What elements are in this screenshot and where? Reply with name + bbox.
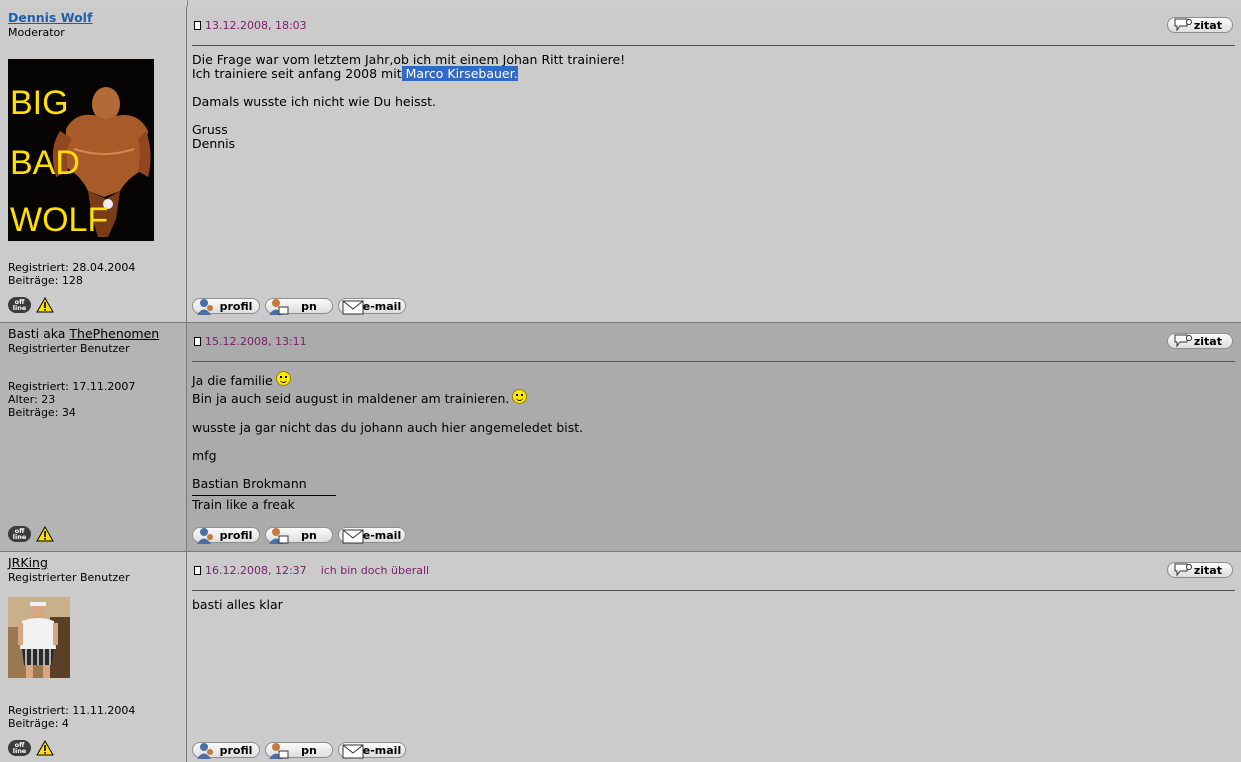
author-link[interactable]: JRKing bbox=[8, 555, 48, 570]
author-age: Alter: 23 bbox=[8, 393, 56, 406]
private-message-icon bbox=[269, 528, 289, 544]
status-icons: off line bbox=[8, 297, 54, 313]
quote-button[interactable]: zitat bbox=[1167, 333, 1233, 349]
author-panel: Basti aka ThePhenomen Registrierter Benu… bbox=[0, 323, 187, 551]
user-icon bbox=[197, 299, 213, 315]
status-icons: off line bbox=[8, 526, 54, 542]
post-subject: ich bin doch überall bbox=[320, 564, 430, 577]
author-link[interactable]: Dennis Wolf bbox=[8, 10, 92, 25]
envelope-icon bbox=[342, 744, 364, 759]
author-info: Registriert: 28.04.2004 Beiträge: 128 bbox=[8, 261, 135, 287]
post-icon bbox=[194, 337, 201, 346]
selected-text: Marco Kirsebauer. bbox=[401, 66, 518, 81]
post-icon bbox=[194, 566, 201, 575]
offline-icon: off line bbox=[8, 297, 31, 313]
quote-label: zitat bbox=[1193, 18, 1222, 32]
author-info: Registriert: 11.11.2004 Beiträge: 4 bbox=[8, 704, 135, 730]
envelope-icon bbox=[342, 529, 364, 544]
author-name[interactable]: JRKing bbox=[8, 555, 48, 570]
avatar-text-big: BIG bbox=[10, 84, 69, 122]
post-icon bbox=[194, 21, 201, 30]
post-meta: 15.12.2008, 13:11 bbox=[194, 335, 307, 348]
avatar-text-bad: BAD bbox=[10, 144, 80, 182]
avatar-text-wolf: WOLF bbox=[10, 201, 108, 239]
quote-button[interactable]: zitat bbox=[1167, 562, 1233, 578]
speech-bubble-icon bbox=[1174, 334, 1192, 348]
warning-icon[interactable] bbox=[36, 297, 54, 313]
post-date: 16.12.2008, 12:37 bbox=[205, 564, 307, 577]
author-rank: Registrierter Benutzer bbox=[8, 342, 130, 355]
post-count: Beiträge: 34 bbox=[8, 406, 76, 419]
quote-label: zitat bbox=[1193, 334, 1222, 348]
post-divider bbox=[192, 590, 1235, 591]
offline-icon: off line bbox=[8, 526, 31, 542]
post-meta: 16.12.2008, 12:37 ich bin doch überall bbox=[194, 564, 429, 577]
signature: Train like a freak bbox=[192, 495, 336, 512]
registered-date: Registriert: 11.11.2004 bbox=[8, 704, 136, 717]
avatar: BIG BAD WOLF bbox=[8, 59, 154, 241]
post-body: 16.12.2008, 12:37 ich bin doch überall zi… bbox=[188, 552, 1241, 762]
pm-button[interactable]: pn bbox=[265, 527, 333, 544]
profile-button[interactable]: profil bbox=[192, 298, 260, 315]
warning-icon[interactable] bbox=[36, 740, 54, 756]
author-name[interactable]: Dennis Wolf bbox=[8, 10, 92, 25]
post-divider bbox=[192, 361, 1235, 362]
post-date: 15.12.2008, 13:11 bbox=[205, 335, 307, 348]
post-text: Ja die familie Bin ja auch seid august in… bbox=[192, 371, 584, 512]
smiley-icon bbox=[512, 389, 528, 404]
author-rank: Registrierter Benutzer bbox=[8, 571, 130, 584]
post-divider bbox=[192, 45, 1235, 46]
smiley-icon bbox=[275, 371, 291, 386]
author-name: Basti aka ThePhenomen bbox=[8, 326, 160, 341]
post-body: 13.12.2008, 18:03 zitat Die Frage war vo… bbox=[188, 7, 1241, 322]
offline-icon: off line bbox=[8, 740, 31, 756]
pm-button[interactable]: pn bbox=[265, 298, 333, 315]
user-icon bbox=[197, 528, 213, 544]
post-meta: 13.12.2008, 18:03 bbox=[194, 19, 307, 32]
warning-icon[interactable] bbox=[36, 526, 54, 542]
speech-bubble-icon bbox=[1174, 563, 1192, 577]
post-actions: profil pn e-mail bbox=[192, 527, 406, 544]
post-thephenomen: Basti aka ThePhenomen Registrierter Benu… bbox=[0, 323, 1241, 552]
email-button[interactable]: e-mail bbox=[338, 298, 406, 315]
avatar bbox=[8, 597, 70, 678]
profile-button[interactable]: profil bbox=[192, 527, 260, 544]
post-text: basti alles klar bbox=[192, 597, 283, 612]
post-actions: profil pn e-mail bbox=[192, 298, 406, 315]
quote-button[interactable]: zitat bbox=[1167, 17, 1233, 33]
post-date: 13.12.2008, 18:03 bbox=[205, 19, 307, 32]
author-rank: Moderator bbox=[8, 26, 65, 39]
post-body: 15.12.2008, 13:11 zitat Ja die familie Bi… bbox=[188, 323, 1241, 551]
registered-date: Registriert: 28.04.2004 bbox=[8, 261, 136, 274]
email-button[interactable]: e-mail bbox=[338, 527, 406, 544]
author-panel: Dennis Wolf Moderator BIG BAD WOLF Regis… bbox=[0, 7, 187, 322]
status-icons: off line bbox=[8, 740, 54, 756]
registered-date: Registriert: 17.11.2007 bbox=[8, 380, 136, 393]
post-count: Beiträge: 128 bbox=[8, 274, 83, 287]
post-text: Die Frage war vom letztem Jahr,ob ich mi… bbox=[192, 52, 626, 151]
speech-bubble-icon bbox=[1174, 18, 1192, 32]
user-icon bbox=[197, 743, 213, 759]
post-count: Beiträge: 4 bbox=[8, 717, 69, 730]
post-jrking: JRKing Registrierter Benutzer Registrier… bbox=[0, 552, 1241, 762]
envelope-icon bbox=[342, 300, 364, 315]
author-info: Registriert: 17.11.2007 Alter: 23 Beiträ… bbox=[8, 380, 135, 419]
author-link[interactable]: ThePhenomen bbox=[69, 326, 159, 341]
private-message-icon bbox=[269, 299, 289, 315]
post-dennis-wolf: Dennis Wolf Moderator BIG BAD WOLF Regis… bbox=[0, 7, 1241, 323]
quote-label: zitat bbox=[1193, 563, 1222, 577]
private-message-icon bbox=[269, 743, 289, 759]
